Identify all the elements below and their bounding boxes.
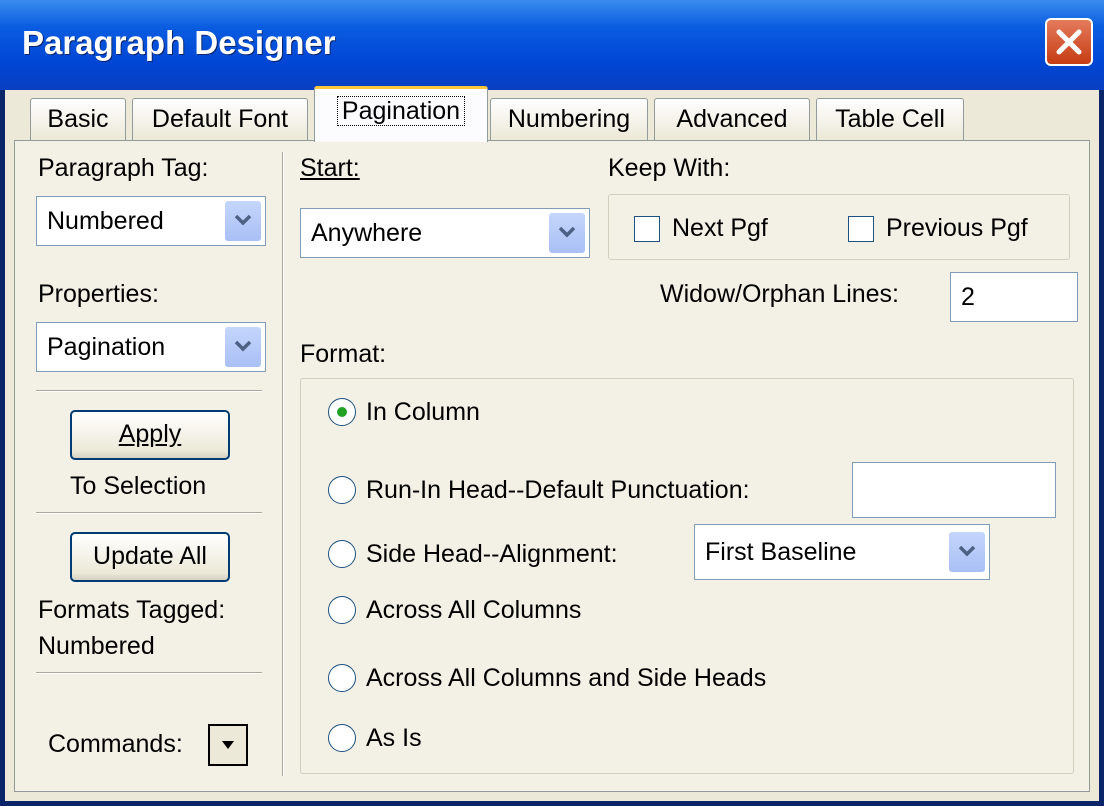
commands-label: Commands: [48,730,183,758]
separator [36,390,262,392]
as-is-radio[interactable] [328,724,356,752]
across-all-columns-label: Across All Columns [366,596,582,624]
tab-basic[interactable]: Basic [30,98,126,140]
vertical-separator [282,152,284,776]
start-dropdown[interactable]: Anywhere [300,208,590,258]
next-pgf-label: Next Pgf [672,214,768,242]
tab-default-font[interactable]: Default Font [132,98,308,140]
across-all-side-heads-radio[interactable] [328,664,356,692]
properties-label: Properties: [38,280,159,308]
in-column-radio[interactable] [328,398,356,426]
dialog-window: Paragraph Designer Basic Default Font Pa… [0,0,1104,806]
chevron-down-icon[interactable] [549,213,585,253]
side-head-label: Side Head--Alignment: [366,540,618,568]
previous-pgf-label: Previous Pgf [886,214,1028,242]
apply-button-label: Apply [118,420,182,448]
tab-label: Table Cell [835,105,945,133]
tab-label: Basic [47,105,109,133]
side-head-alignment-dropdown[interactable]: First Baseline [694,524,990,580]
close-button[interactable] [1045,18,1093,66]
start-label-text: Start: [300,154,360,182]
properties-dropdown[interactable]: Pagination [36,322,266,372]
close-icon [1056,29,1082,55]
side-head-alignment-value: First Baseline [705,538,857,566]
in-column-label: In Column [366,398,480,426]
paragraph-tag-value: Numbered [47,207,164,235]
next-pgf-checkbox[interactable] [634,216,660,242]
as-is-label: As Is [366,724,422,752]
title-bar[interactable]: Paragraph Designer [0,0,1104,90]
commands-button[interactable] [208,724,248,766]
tab-pagination[interactable]: Pagination [314,86,488,142]
tab-label: Default Font [151,105,289,133]
across-all-side-heads-label: Across All Columns and Side Heads [366,664,767,692]
update-all-button-label: Update All [93,542,207,570]
apply-button[interactable]: Apply [70,410,230,460]
previous-pgf-checkbox[interactable] [848,216,874,242]
separator [36,512,262,514]
tab-label: Pagination [336,96,466,126]
formats-tagged-value: Numbered [38,632,155,660]
properties-value: Pagination [47,333,166,361]
tab-table-cell[interactable]: Table Cell [816,98,964,140]
chevron-down-icon[interactable] [949,532,985,572]
paragraph-tag-dropdown[interactable]: Numbered [36,196,266,246]
keep-with-label: Keep With: [608,154,731,182]
chevron-down-icon[interactable] [225,327,261,367]
chevron-down-icon[interactable] [225,201,261,241]
tab-label: Numbering [507,105,631,133]
tab-numbering[interactable]: Numbering [490,98,648,140]
format-label: Format: [300,340,387,368]
widow-orphan-value: 2 [961,283,975,311]
tab-advanced[interactable]: Advanced [654,98,810,140]
start-value: Anywhere [311,219,423,247]
update-all-button[interactable]: Update All [70,532,230,582]
to-selection-label: To Selection [70,472,207,500]
triangle-down-icon [222,741,234,749]
run-in-head-radio[interactable] [328,476,356,504]
run-in-punctuation-input[interactable] [852,462,1056,518]
across-all-columns-radio[interactable] [328,596,356,624]
widow-orphan-input[interactable]: 2 [950,272,1078,322]
formats-tagged-label: Formats Tagged: [38,596,226,624]
paragraph-tag-label: Paragraph Tag: [38,154,209,182]
tab-label: Advanced [676,105,788,133]
start-label: Start: [300,154,360,183]
separator [36,672,262,674]
window-title: Paragraph Designer [22,24,336,61]
run-in-head-label: Run-In Head--Default Punctuation: [366,476,750,504]
side-head-radio[interactable] [328,540,356,568]
widow-orphan-label: Widow/Orphan Lines: [660,280,900,308]
